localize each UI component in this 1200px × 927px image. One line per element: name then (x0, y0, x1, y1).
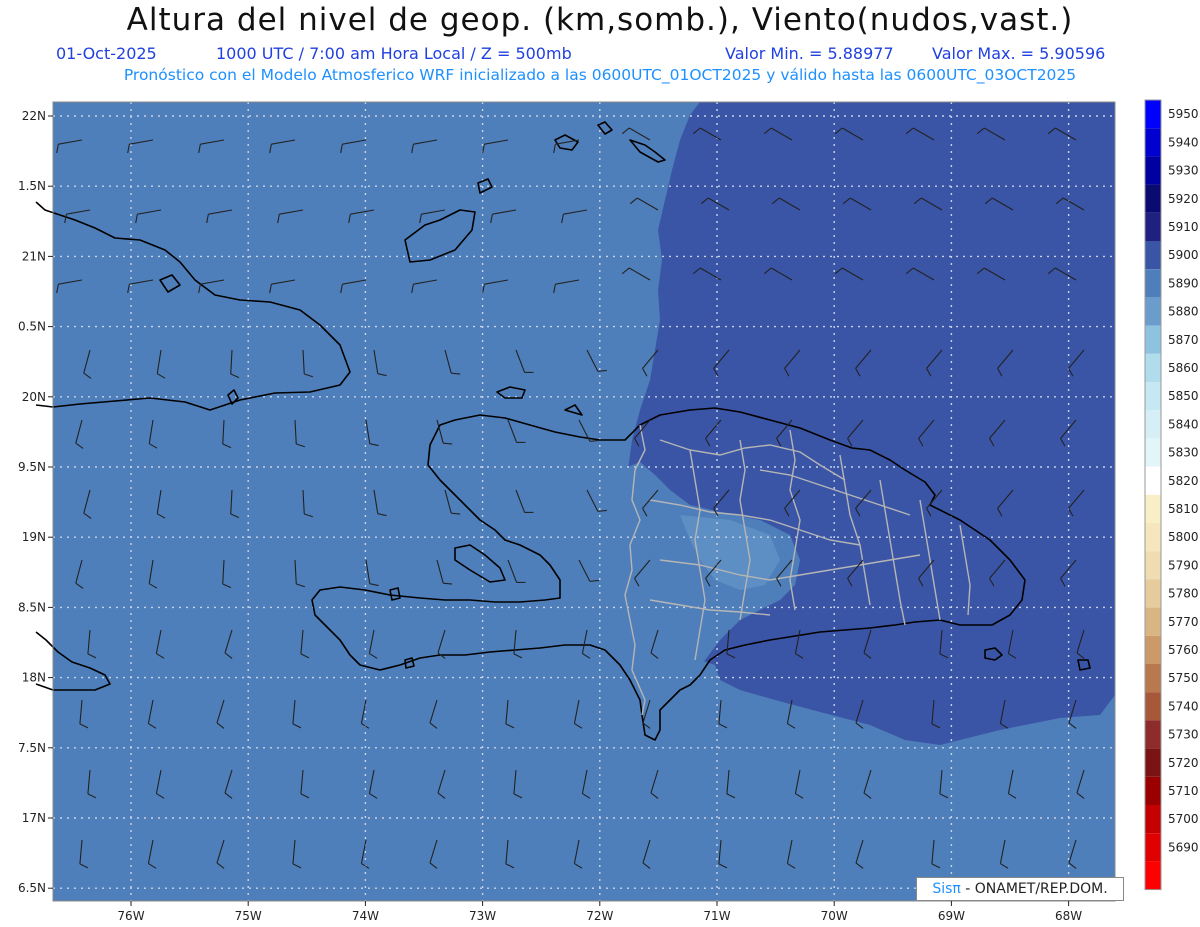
colorbar-label-5710: 5710 (1168, 784, 1199, 798)
colorbar-swatch (1145, 156, 1161, 185)
colorbar-swatch (1145, 269, 1161, 298)
colorbar-swatch (1145, 494, 1161, 523)
geopotential-map: 22N 1.5N 21N 0.5N 20N 9.5N 19N 8.5N 18N 7.5N 17N 6.… (18, 99, 1199, 923)
sis-logo-text: Sisπ (932, 881, 961, 897)
lat-label-0: 22N (22, 109, 46, 123)
org-text: - ONAMET/REP.DOM. (965, 881, 1108, 897)
colorbar-legend: 5950 5940 5930 5920 5910 5900 5890 5880 5870 5860… (1144, 99, 1199, 891)
lon-label-7: 69W (938, 909, 965, 923)
lat-label-1: 1.5N (18, 179, 46, 193)
colorbar-swatch (1145, 861, 1161, 890)
colorbar-label-5830: 5830 (1168, 446, 1199, 460)
lat-label-11: 6.5N (18, 881, 46, 895)
colorbar-label-5690: 5690 (1168, 840, 1199, 854)
colorbar-swatch (1145, 833, 1161, 862)
colorbar-label-5750: 5750 (1168, 671, 1199, 685)
lat-label-9: 7.5N (18, 741, 46, 755)
colorbar-swatch (1145, 212, 1161, 241)
lat-label-7: 8.5N (18, 600, 46, 614)
colorbar-label-5910: 5910 (1168, 220, 1199, 234)
lon-label-0: 76W (117, 909, 144, 923)
colorbar-label-5800: 5800 (1168, 530, 1199, 544)
colorbar-swatch (1145, 607, 1161, 636)
colorbar-label-5740: 5740 (1168, 699, 1199, 713)
credit-box: Sisπ - ONAMET/REP.DOM. (916, 877, 1124, 901)
colorbar-swatch (1145, 466, 1161, 495)
lon-label-6: 70W (821, 909, 848, 923)
colorbar-label-5880: 5880 (1168, 305, 1199, 319)
lat-label-8: 18N (22, 671, 46, 685)
colorbar-swatch (1145, 551, 1161, 580)
colorbar-label-5920: 5920 (1168, 192, 1199, 206)
colorbar-swatch (1145, 720, 1161, 749)
colorbar-label-5850: 5850 (1168, 389, 1199, 403)
lon-label-3: 73W (469, 909, 496, 923)
colorbar-swatch (1145, 297, 1161, 326)
colorbar-label-5760: 5760 (1168, 643, 1199, 657)
colorbar-label-5860: 5860 (1168, 361, 1199, 375)
colorbar-label-5890: 5890 (1168, 276, 1199, 290)
lat-label-10: 17N (22, 811, 46, 825)
colorbar-label-5950: 5950 (1168, 107, 1199, 121)
colorbar-swatch (1145, 579, 1161, 608)
lat-label-4: 20N (22, 390, 46, 404)
lon-label-1: 75W (235, 909, 262, 923)
colorbar-swatch (1145, 776, 1161, 805)
lat-label-6: 19N (22, 530, 46, 544)
colorbar-swatch (1145, 100, 1161, 129)
colorbar-label-5870: 5870 (1168, 333, 1199, 347)
colorbar-label-5820: 5820 (1168, 474, 1199, 488)
lat-label-3: 0.5N (18, 320, 46, 334)
colorbar-swatch (1145, 664, 1161, 693)
colorbar-label-5940: 5940 (1168, 135, 1199, 149)
colorbar-label-5780: 5780 (1168, 587, 1199, 601)
colorbar-swatch (1145, 410, 1161, 439)
lon-label-8: 68W (1055, 909, 1082, 923)
colorbar-swatch (1145, 128, 1161, 157)
lon-label-5: 71W (703, 909, 730, 923)
colorbar-swatch (1145, 184, 1161, 213)
lon-label-2: 74W (352, 909, 379, 923)
colorbar-label-5700: 5700 (1168, 812, 1199, 826)
colorbar-swatch (1145, 325, 1161, 354)
colorbar-swatch (1145, 382, 1161, 411)
colorbar-label-5930: 5930 (1168, 164, 1199, 178)
colorbar-swatch (1145, 805, 1161, 834)
lat-label-5: 9.5N (18, 460, 46, 474)
colorbar-swatch (1145, 523, 1161, 552)
colorbar-label-5770: 5770 (1168, 615, 1199, 629)
colorbar-label-5810: 5810 (1168, 502, 1199, 516)
colorbar-label-5720: 5720 (1168, 756, 1199, 770)
lon-label-4: 72W (586, 909, 613, 923)
colorbar-swatch (1145, 748, 1161, 777)
lat-label-2: 21N (22, 249, 46, 263)
colorbar-label-5790: 5790 (1168, 558, 1199, 572)
colorbar-swatch (1145, 692, 1161, 721)
colorbar-swatch (1145, 353, 1161, 382)
colorbar-label-5840: 5840 (1168, 417, 1199, 431)
colorbar-swatch (1145, 241, 1161, 270)
colorbar-swatch (1145, 635, 1161, 664)
colorbar-label-5900: 5900 (1168, 248, 1199, 262)
colorbar-swatch (1145, 438, 1161, 467)
colorbar-label-5730: 5730 (1168, 728, 1199, 742)
